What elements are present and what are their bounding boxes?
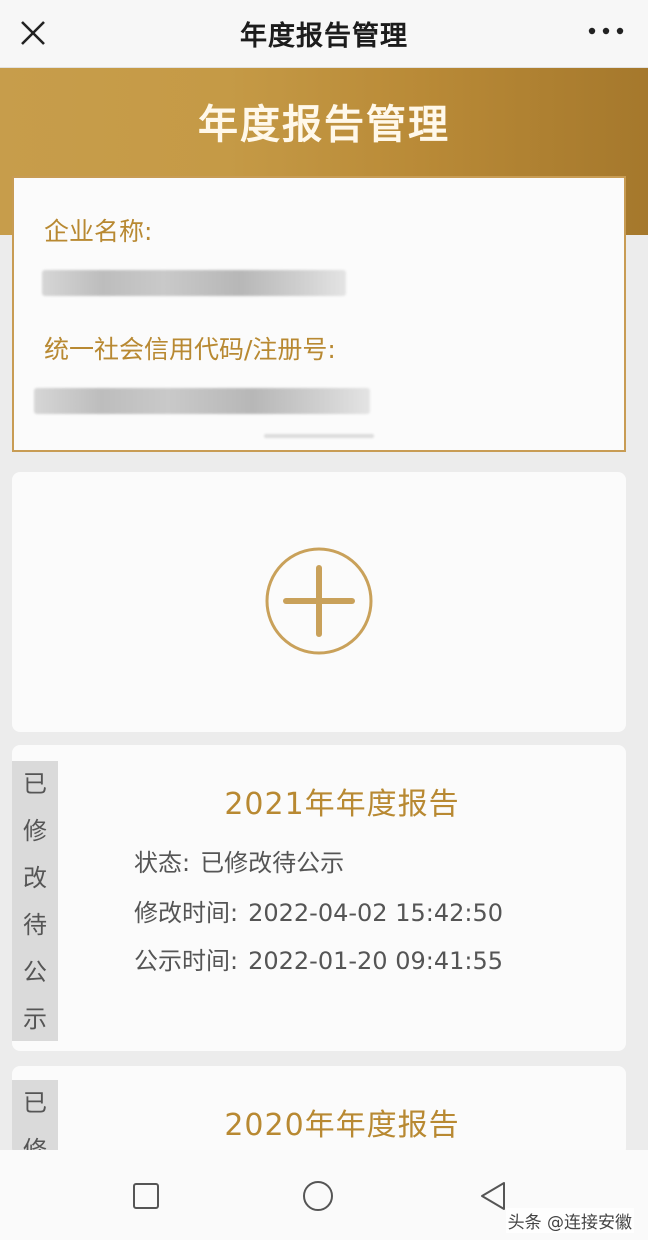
status-tag-char: 修 <box>23 817 47 845</box>
redacted-fragment <box>264 434 374 438</box>
enterprise-info-card: 企业名称: 统一社会信用代码/注册号: <box>12 176 626 452</box>
status-tag-char: 待 <box>23 911 47 939</box>
status-row: 状态: 已修改待公示 <box>134 843 344 878</box>
more-icon[interactable] <box>586 18 626 44</box>
published-time-value: 2022-01-20 09:41:55 <box>248 947 503 975</box>
status-value: 已修改待公示 <box>200 849 345 877</box>
redacted-credit-code <box>34 388 370 414</box>
status-tag-char: 已 <box>23 1089 47 1117</box>
top-nav-bar: 年度报告管理 <box>0 0 648 68</box>
redacted-enterprise-name <box>42 270 346 296</box>
status-label: 状态: <box>134 849 191 877</box>
watermark: 头条 @连接安徽 <box>505 1208 634 1233</box>
status-tag-char: 已 <box>23 770 47 798</box>
nav-title: 年度报告管理 <box>240 21 408 52</box>
published-time-row: 公示时间: 2022-01-20 09:41:55 <box>134 941 503 976</box>
report-card-2021[interactable]: 已 修 改 待 公 示 2021年年度报告 状态: 已修改待公示 修改时间: 202… <box>12 745 626 1051</box>
status-tag-char: 公 <box>23 958 47 986</box>
status-tag-char: 示 <box>23 1005 47 1033</box>
status-tag-char: 改 <box>23 864 47 892</box>
credit-code-label: 统一社会信用代码/注册号: <box>44 335 336 364</box>
report-title: 2020年年度报告 <box>224 1108 460 1143</box>
modified-time-value: 2022-04-02 15:42:50 <box>248 899 503 927</box>
enterprise-name-label: 企业名称: <box>44 217 153 246</box>
status-tag: 已 修 <box>12 1080 58 1156</box>
plus-circle-icon[interactable] <box>264 546 374 656</box>
status-tag: 已 修 改 待 公 示 <box>12 761 58 1041</box>
circle-icon[interactable] <box>300 1178 336 1214</box>
modified-time-row: 修改时间: 2022-04-02 15:42:50 <box>134 893 503 928</box>
published-time-label: 公示时间: <box>134 947 239 975</box>
add-report-card[interactable] <box>12 472 626 732</box>
page-title: 年度报告管理 <box>198 102 450 148</box>
modified-time-label: 修改时间: <box>134 899 239 927</box>
square-icon[interactable] <box>128 1178 164 1214</box>
report-card-2020[interactable]: 已 修 2020年年度报告 <box>12 1066 626 1156</box>
report-title: 2021年年度报告 <box>224 787 460 822</box>
